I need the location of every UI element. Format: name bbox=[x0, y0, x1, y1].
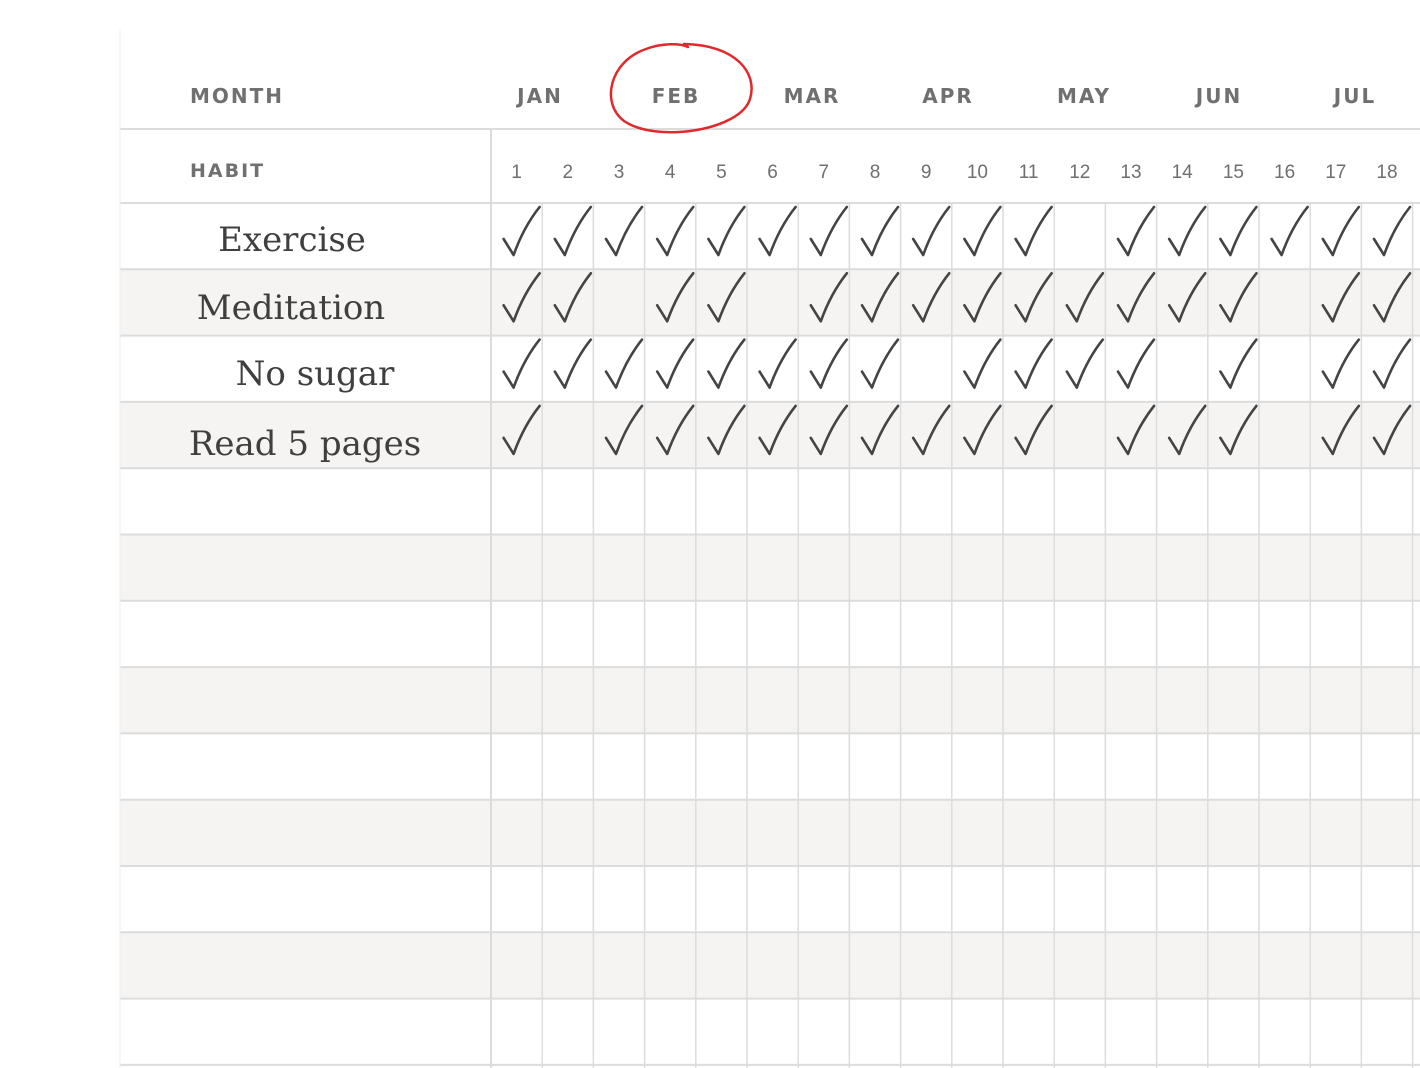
check-mark[interactable] bbox=[1321, 338, 1361, 389]
check-mark[interactable] bbox=[502, 205, 541, 257]
check-mark[interactable] bbox=[1014, 205, 1053, 257]
check-mark[interactable] bbox=[707, 272, 746, 323]
check-mark[interactable] bbox=[963, 404, 1002, 456]
check-mark[interactable] bbox=[1219, 338, 1258, 389]
check-mark[interactable] bbox=[860, 338, 900, 389]
check-mark[interactable] bbox=[758, 404, 797, 456]
check-mark[interactable] bbox=[963, 272, 1002, 323]
check-mark[interactable] bbox=[1372, 338, 1412, 389]
check-mark[interactable] bbox=[1116, 404, 1156, 456]
check-mark[interactable] bbox=[758, 205, 797, 257]
check-mark[interactable] bbox=[860, 272, 900, 323]
check-mark[interactable] bbox=[1014, 404, 1053, 456]
check-mark[interactable] bbox=[502, 272, 541, 323]
check-mark[interactable] bbox=[1065, 272, 1105, 323]
check-mark[interactable] bbox=[963, 338, 1002, 389]
check-mark[interactable] bbox=[860, 205, 900, 257]
check-mark[interactable] bbox=[604, 404, 644, 456]
habit-tracker-sheet: JAN FEB MAR APR MAY JUN JUL MONTH HABIT 123456… bbox=[0, 0, 1420, 1068]
check-mark[interactable] bbox=[1372, 205, 1412, 257]
check-mark[interactable] bbox=[809, 205, 849, 257]
check-mark[interactable] bbox=[1219, 272, 1258, 323]
check-mark[interactable] bbox=[963, 205, 1002, 257]
check-mark[interactable] bbox=[1219, 205, 1258, 257]
check-mark[interactable] bbox=[1219, 404, 1258, 456]
check-mark[interactable] bbox=[1372, 404, 1412, 456]
check-mark[interactable] bbox=[502, 404, 541, 456]
check-mark[interactable] bbox=[1014, 338, 1053, 389]
check-mark[interactable] bbox=[1116, 205, 1156, 257]
check-mark[interactable] bbox=[809, 404, 849, 456]
check-mark[interactable] bbox=[1167, 404, 1207, 456]
check-marks bbox=[502, 205, 1412, 456]
check-mark[interactable] bbox=[911, 272, 951, 323]
check-mark[interactable] bbox=[655, 404, 695, 456]
check-mark[interactable] bbox=[707, 338, 746, 389]
check-mark[interactable] bbox=[1321, 404, 1361, 456]
check-mark[interactable] bbox=[1014, 272, 1053, 323]
check-mark[interactable] bbox=[809, 272, 849, 323]
check-mark[interactable] bbox=[1167, 272, 1207, 323]
check-mark[interactable] bbox=[1167, 205, 1207, 257]
check-mark[interactable] bbox=[604, 338, 644, 389]
check-mark[interactable] bbox=[604, 205, 644, 257]
check-mark[interactable] bbox=[655, 338, 695, 389]
check-mark[interactable] bbox=[655, 205, 695, 257]
check-mark[interactable] bbox=[1116, 272, 1156, 323]
check-mark[interactable] bbox=[553, 205, 593, 257]
check-mark[interactable] bbox=[553, 272, 593, 323]
check-mark[interactable] bbox=[911, 205, 951, 257]
check-mark[interactable] bbox=[1372, 272, 1412, 323]
check-mark[interactable] bbox=[1321, 272, 1361, 323]
check-mark[interactable] bbox=[553, 338, 593, 389]
check-mark[interactable] bbox=[707, 205, 746, 257]
check-mark[interactable] bbox=[1065, 338, 1105, 389]
check-mark[interactable] bbox=[655, 272, 695, 323]
check-mark[interactable] bbox=[860, 404, 900, 456]
check-mark[interactable] bbox=[707, 404, 746, 456]
check-mark[interactable] bbox=[911, 404, 951, 456]
check-mark[interactable] bbox=[1270, 205, 1309, 257]
check-mark[interactable] bbox=[502, 338, 541, 389]
check-mark[interactable] bbox=[758, 338, 797, 389]
check-mark[interactable] bbox=[1321, 205, 1361, 257]
check-mark[interactable] bbox=[809, 338, 849, 389]
check-mark[interactable] bbox=[1116, 338, 1156, 389]
